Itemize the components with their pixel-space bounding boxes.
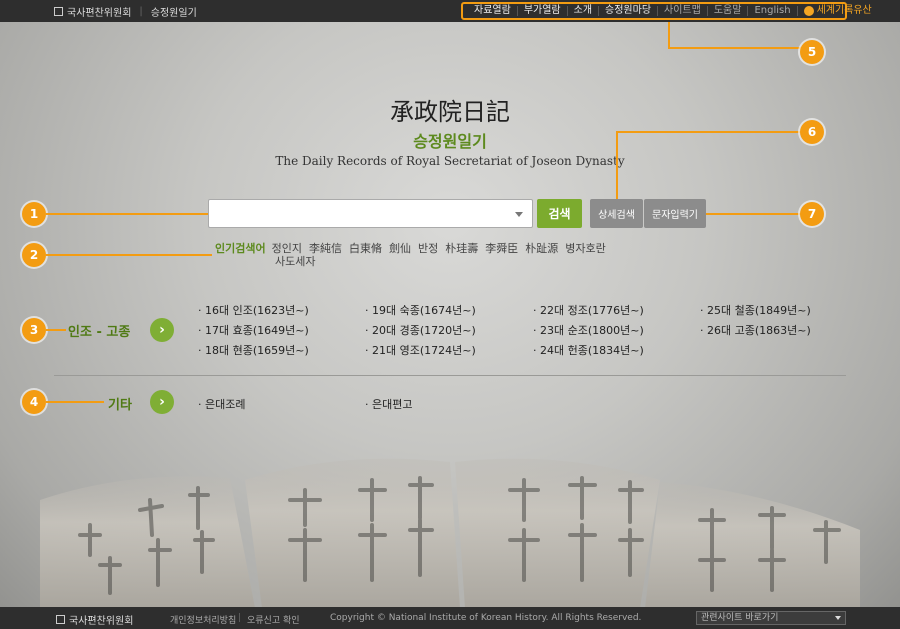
callout-line-3 [46,329,66,331]
popular-keywords: 인기검색어 정인지 李純信 白東脩 劍仙 반정 朴珪壽 李舜臣 朴趾源 병자호란사도세자 [215,242,635,268]
section-arrow-button[interactable]: › [150,390,174,414]
popular-label: 인기검색어 [215,242,266,255]
callout-badge-4: 4 [22,390,46,414]
title-korean: 승정원일기 [413,132,487,151]
king-link[interactable]: · 25대 철종(1849년~) [700,302,811,318]
king-link[interactable]: · 22대 정조(1776년~) [533,302,644,318]
king-link[interactable]: · 20대 경종(1720년~) [365,322,476,338]
section-label-etc: 기타 [108,398,132,413]
keyword-link[interactable]: 朴趾源 [525,242,558,255]
title-hanja: 承政院日記 [390,98,510,126]
keyword-link[interactable]: 李舜臣 [485,242,518,255]
king-link[interactable]: · 18대 현종(1659년~) [198,342,309,358]
char-input-button[interactable]: 문자입력기 [644,199,706,228]
king-link[interactable]: · 19대 숙종(1674년~) [365,302,476,318]
king-link[interactable]: · 24대 헌종(1834년~) [533,342,644,358]
keyword-link[interactable]: 사도세자 [275,255,315,268]
privacy-link[interactable]: 개인정보처리방침 [170,613,236,626]
related-sites-label: 관련사이트 바로가기 [701,613,779,623]
callout-line-1 [46,213,208,215]
search-input[interactable] [209,200,509,227]
king-link[interactable]: · 17대 효종(1649년~) [198,322,309,338]
callout-badge-7: 7 [800,202,824,226]
keyword-link[interactable]: 반정 [418,242,438,255]
brand-name: 국사편찬위원회 [67,8,132,19]
callout-badge-5: 5 [800,40,824,64]
top-nav: 자료열람 부가열람 소개 승정원마당 사이트맵 도움말 English 세계기록… [461,2,872,20]
nav-item-sitemap[interactable]: 사이트맵 [658,6,708,16]
callout-line-4 [46,401,104,403]
king-link[interactable]: · 23대 순조(1800년~) [533,322,644,338]
callout-line-5 [668,22,670,48]
callout-line-7 [706,213,804,215]
section-divider [54,375,846,376]
footer-brand-name: 국사편찬위원회 [69,616,134,627]
callout-line-2 [46,254,212,256]
search-button[interactable]: 검색 [537,199,582,228]
king-link[interactable]: · 21대 영조(1724년~) [365,342,476,358]
callout-line-6b [616,131,802,133]
king-link[interactable]: · 26대 고종(1863년~) [700,322,811,338]
old-book-image [40,458,860,608]
keyword-link[interactable]: 정인지 [272,242,302,255]
nav-item-forum[interactable]: 승정원마당 [599,6,659,16]
search-box [208,199,533,228]
chevron-down-icon [835,616,841,620]
nav-item-english[interactable]: English [748,6,798,16]
title-english: The Daily Records of Royal Secretariat o… [275,154,625,168]
logo-icon [54,7,63,16]
top-bar: 국사편찬위원회 | 승정원일기 자료열람 부가열람 소개 승정원마당 사이트맵 … [0,0,900,22]
footer: 국사편찬위원회 개인정보처리방침 | 오류신고 확인 Copyright © N… [0,607,900,629]
error-report-link[interactable]: 오류신고 확인 [247,613,300,626]
related-sites-select[interactable]: 관련사이트 바로가기 [696,611,846,625]
footer-brand: 국사편찬위원회 [56,612,133,627]
callout-badge-1: 1 [22,202,46,226]
section-arrow-button[interactable]: › [150,318,174,342]
logo-icon [56,615,65,624]
keyword-link[interactable]: 白東脩 [349,242,382,255]
callout-badge-6: 6 [800,120,824,144]
callout-line-6 [616,132,618,200]
callout-line-5b [668,47,812,49]
brand[interactable]: 국사편찬위원회 | 승정원일기 [54,4,197,19]
keyword-link[interactable]: 李純信 [309,242,342,255]
nav-item-help[interactable]: 도움말 [708,6,749,16]
keyword-link[interactable]: 병자호란 [565,242,605,255]
etc-link[interactable]: · 은대조례 [198,396,245,412]
heritage-icon [803,6,814,16]
detail-search-button[interactable]: 상세검색 [590,199,643,228]
keyword-link[interactable]: 朴珪壽 [445,242,478,255]
site-name: 승정원일기 [150,8,197,19]
king-link[interactable]: · 16대 인조(1623년~) [198,302,309,318]
world-heritage-label: 세계기록유산 [816,5,872,16]
dropdown-caret-icon[interactable] [515,212,523,217]
nav-item-archive[interactable]: 자료열람 [468,6,518,16]
callout-badge-2: 2 [22,243,46,267]
keyword-link[interactable]: 劍仙 [389,242,411,255]
nav-item-world-heritage[interactable]: 세계기록유산 [798,6,878,16]
nav-item-about[interactable]: 소개 [568,6,600,16]
nav-item-extra[interactable]: 부가열람 [518,6,568,16]
etc-link[interactable]: · 은대편고 [365,396,412,412]
copyright: Copyright © National Institute of Korean… [330,613,642,623]
section-label-kings: 인조 - 고종 [68,325,131,340]
callout-badge-3: 3 [22,318,46,342]
